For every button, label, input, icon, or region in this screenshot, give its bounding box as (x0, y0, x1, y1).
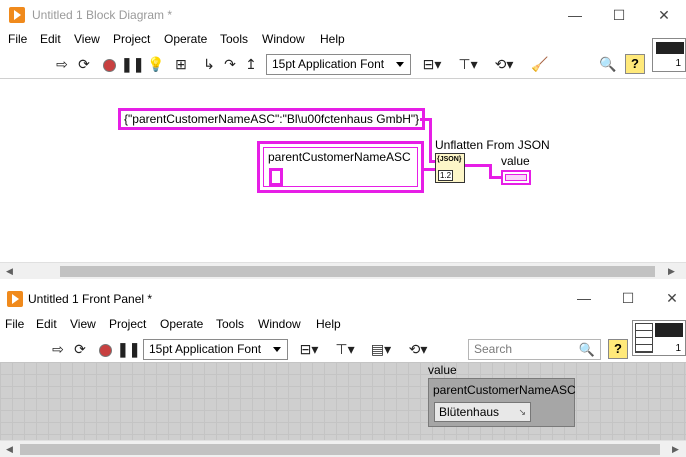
value-indicator-terminal[interactable] (501, 170, 531, 185)
string-value: Blütenhaus (439, 405, 500, 419)
chevron-down-icon (273, 347, 281, 352)
horizontal-scrollbar[interactable]: ◀ ▶ (0, 440, 686, 457)
run-arrow-icon[interactable]: ⇨ (48, 339, 68, 359)
output-wire (465, 164, 489, 167)
front-panel-window: Untitled 1 Front Panel * — ☐ ✕ File Edit… (0, 285, 686, 457)
minimize-button[interactable]: — (553, 4, 597, 26)
element-label: parentCustomerNameASC (433, 383, 576, 397)
string-indicator[interactable]: Blütenhaus ↘ (434, 402, 531, 422)
context-help-button[interactable]: ? (608, 339, 628, 359)
menu-window[interactable]: Window (258, 317, 301, 331)
cluster-label: value (428, 363, 457, 377)
search-placeholder: Search (474, 342, 513, 356)
node-label: Unflatten From JSON (435, 138, 550, 152)
align-objects-icon[interactable]: ⊟▾ (295, 339, 323, 359)
labview-icon (9, 7, 25, 23)
menu-view[interactable]: View (74, 32, 100, 46)
json-glyph: {JSON} (437, 156, 462, 163)
value-cluster-indicator[interactable]: parentCustomerNameASC Blütenhaus ↘ (428, 378, 576, 427)
menu-edit[interactable]: Edit (36, 317, 57, 331)
clean-up-diagram-icon[interactable]: 🧹 (528, 54, 552, 74)
menu-bar: File Edit View Project Operate Tools Win… (0, 30, 686, 50)
resize-grip-icon: ↘ (518, 407, 526, 417)
menu-bar: File Edit View Project Operate Tools Win… (0, 315, 686, 335)
chevron-down-icon (396, 62, 404, 67)
scroll-left-icon[interactable]: ◀ (6, 444, 13, 455)
step-over-icon[interactable]: ↷ (220, 54, 240, 74)
distribute-objects-icon[interactable]: ⊤▾ (331, 339, 359, 359)
menu-project[interactable]: Project (109, 317, 146, 331)
reorder-icon[interactable]: ⟲▾ (490, 54, 518, 74)
close-button[interactable]: ✕ (650, 287, 686, 309)
run-arrow-icon[interactable]: ⇨ (52, 54, 72, 74)
block-diagram-window: Untitled 1 Block Diagram * — ☐ ✕ File Ed… (0, 0, 686, 282)
menu-help[interactable]: Help (320, 32, 345, 46)
unflatten-from-json-node[interactable]: {JSON} 1.2 (435, 153, 465, 183)
font-dropdown[interactable]: 15pt Application Font (266, 54, 411, 75)
toolbar: ⇨ ⟳ ❚❚ 15pt Application Font ⊟▾ ⊤▾ ▤▾ ⟲▾… (0, 336, 686, 362)
scroll-right-icon[interactable]: ▶ (672, 444, 679, 455)
maximize-button[interactable]: ☐ (606, 287, 650, 309)
title-bar: Untitled 1 Block Diagram * — ☐ ✕ (0, 0, 686, 30)
title-bar: Untitled 1 Front Panel * — ☐ ✕ (0, 285, 686, 315)
maximize-button[interactable]: ☐ (597, 4, 641, 26)
menu-project[interactable]: Project (113, 32, 150, 46)
font-dropdown-value: 15pt Application Font (272, 57, 385, 71)
abort-icon[interactable] (99, 54, 119, 74)
pause-icon[interactable]: ❚❚ (117, 339, 140, 359)
horizontal-scrollbar[interactable]: ◀ ▶ (0, 262, 686, 279)
run-continuously-icon[interactable]: ⟳ (74, 54, 94, 74)
labview-icon (7, 291, 23, 307)
block-diagram-canvas[interactable]: {"parentCustomerNameASC":"Bl\u00fctenhau… (0, 78, 686, 262)
menu-tools[interactable]: Tools (220, 32, 248, 46)
menu-operate[interactable]: Operate (160, 317, 203, 331)
cluster-constant[interactable]: parentCustomerNameASC (257, 141, 424, 193)
abort-icon[interactable] (95, 339, 115, 359)
front-panel-canvas[interactable]: value parentCustomerNameASC Blütenhaus ↘ (0, 362, 686, 441)
menu-file[interactable]: File (8, 32, 27, 46)
menu-view[interactable]: View (70, 317, 96, 331)
indicator-label: value (501, 154, 530, 168)
retain-wire-values-icon[interactable]: ⊞ (171, 54, 191, 74)
align-objects-icon[interactable]: ⊟▾ (418, 54, 446, 74)
scroll-thumb[interactable] (60, 266, 655, 277)
toolbar: ⇨ ⟳ ❚❚ 💡 ⊞ ↳ ↷ ↥ 15pt Application Font ⊟… (0, 51, 686, 77)
search-input[interactable]: Search 🔍 (468, 339, 601, 360)
node-numeric-glyph: 1.2 (438, 170, 454, 181)
scroll-right-icon[interactable]: ▶ (668, 266, 675, 277)
resize-objects-icon[interactable]: ▤▾ (367, 339, 395, 359)
menu-file[interactable]: File (5, 317, 24, 331)
menu-window[interactable]: Window (262, 32, 305, 46)
context-help-button[interactable]: ? (625, 54, 645, 74)
connector-pane[interactable]: 1 (632, 320, 686, 356)
cluster-element-label: parentCustomerNameASC (268, 150, 411, 164)
reorder-icon[interactable]: ⟲▾ (404, 339, 432, 359)
step-out-icon[interactable]: ↥ (241, 54, 261, 74)
search-icon[interactable]: 🔍 (598, 54, 618, 74)
search-icon[interactable]: 🔍 (579, 340, 595, 359)
vi-icon-number: 1 (675, 343, 681, 354)
window-title: Untitled 1 Front Panel * (28, 292, 153, 306)
window-title: Untitled 1 Block Diagram * (32, 8, 173, 22)
string-wire (429, 118, 432, 162)
menu-operate[interactable]: Operate (164, 32, 207, 46)
vi-icon-pane[interactable]: 1 (652, 38, 686, 72)
menu-edit[interactable]: Edit (40, 32, 61, 46)
minimize-button[interactable]: — (562, 287, 606, 309)
scroll-left-icon[interactable]: ◀ (6, 266, 13, 277)
pause-icon[interactable]: ❚❚ (121, 54, 144, 74)
scroll-thumb[interactable] (20, 444, 660, 455)
distribute-objects-icon[interactable]: ⊤▾ (454, 54, 482, 74)
menu-tools[interactable]: Tools (216, 317, 244, 331)
menu-help[interactable]: Help (316, 317, 341, 331)
json-string-constant[interactable]: {"parentCustomerNameASC":"Bl\u00fctenhau… (118, 108, 426, 130)
run-continuously-icon[interactable]: ⟳ (70, 339, 90, 359)
step-into-icon[interactable]: ↳ (199, 54, 219, 74)
cluster-element-string[interactable] (269, 168, 283, 186)
close-button[interactable]: ✕ (642, 4, 686, 26)
highlight-execution-icon[interactable]: 💡 (146, 54, 166, 74)
font-dropdown[interactable]: 15pt Application Font (143, 339, 288, 360)
vi-icon-number: 1 (675, 58, 681, 69)
font-dropdown-value: 15pt Application Font (149, 342, 262, 356)
